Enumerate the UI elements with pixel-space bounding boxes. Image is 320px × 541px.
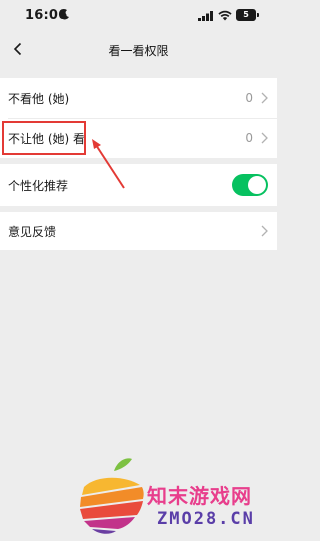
watermark-en-text: ZMO28.CN	[157, 509, 255, 529]
watermark-cn-text: 知末游戏网	[147, 484, 252, 508]
watermark-logo-icon	[80, 458, 144, 534]
